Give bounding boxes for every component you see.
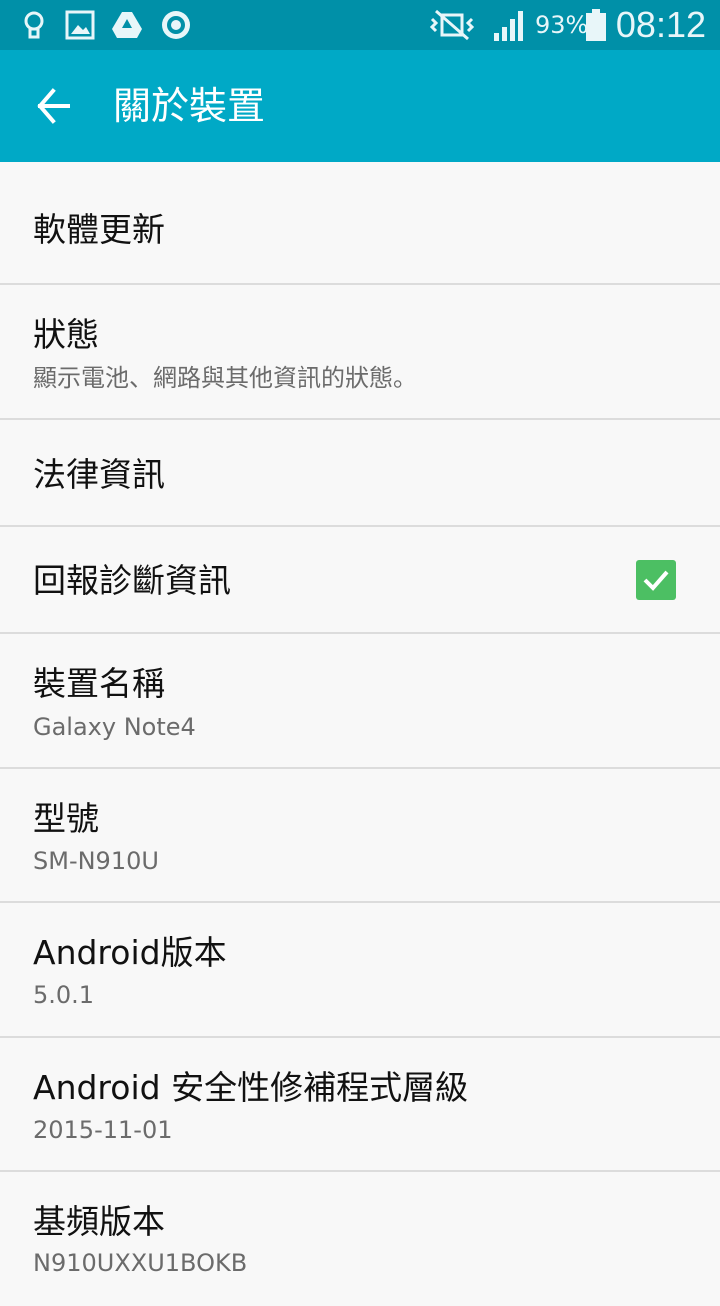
item-subtitle: 5.0.1: [33, 981, 95, 1009]
page-title: 關於裝置: [113, 84, 266, 128]
item-title: 裝置名稱: [33, 664, 165, 703]
checkmark-icon: [643, 570, 669, 591]
baseband-version-item[interactable]: 基頻版本 N910UXXU1BOKB: [0, 1172, 720, 1306]
circle-app-icon: [162, 11, 190, 39]
item-subtitle: Galaxy Note4: [33, 713, 196, 741]
item-subtitle: 2015-11-01: [33, 1116, 173, 1144]
item-title: Android版本: [33, 933, 227, 972]
item-title: 基頻版本: [33, 1202, 165, 1241]
settings-list: 軟體更新 狀態 顯示電池、網路與其他資訊的狀態。 法律資訊 回報診斷資訊 裝置名…: [0, 162, 720, 1306]
status-item[interactable]: 狀態 顯示電池、網路與其他資訊的狀態。: [0, 285, 720, 420]
item-title: 型號: [33, 799, 99, 838]
battery-percent: 93%: [535, 11, 589, 39]
item-subtitle: SM-N910U: [33, 847, 159, 875]
item-title: 回報診斷資訊: [33, 561, 231, 600]
status-bar: 93% 08:12: [0, 0, 720, 50]
model-number-item[interactable]: 型號 SM-N910U: [0, 769, 720, 903]
security-patch-level-item[interactable]: Android 安全性修補程式層級 2015-11-01: [0, 1038, 720, 1172]
app-bar: 關於裝置: [0, 50, 720, 162]
lightbulb-icon: [24, 11, 44, 39]
item-title: 法律資訊: [33, 455, 165, 494]
item-title: 狀態: [33, 315, 99, 354]
item-title: Android 安全性修補程式層級: [33, 1068, 469, 1107]
software-update-item[interactable]: 軟體更新: [0, 162, 720, 285]
device-name-item[interactable]: 裝置名稱 Galaxy Note4: [0, 634, 720, 769]
report-diagnostics-item[interactable]: 回報診斷資訊: [0, 527, 720, 634]
vibrate-mute-icon: [429, 9, 475, 41]
signal-icon: [494, 11, 523, 41]
clock: 08:12: [615, 4, 706, 45]
item-subtitle: N910UXXU1BOKB: [33, 1249, 248, 1277]
gallery-icon: [65, 10, 95, 40]
legal-info-item[interactable]: 法律資訊: [0, 420, 720, 527]
battery-icon: [586, 9, 606, 41]
item-title: 軟體更新: [33, 210, 165, 249]
drive-icon: [112, 12, 142, 38]
android-version-item[interactable]: Android版本 5.0.1: [0, 903, 720, 1038]
diagnostics-checkbox[interactable]: [636, 560, 676, 600]
item-subtitle: 顯示電池、網路與其他資訊的狀態。: [33, 364, 417, 392]
back-arrow-icon[interactable]: [22, 78, 78, 134]
